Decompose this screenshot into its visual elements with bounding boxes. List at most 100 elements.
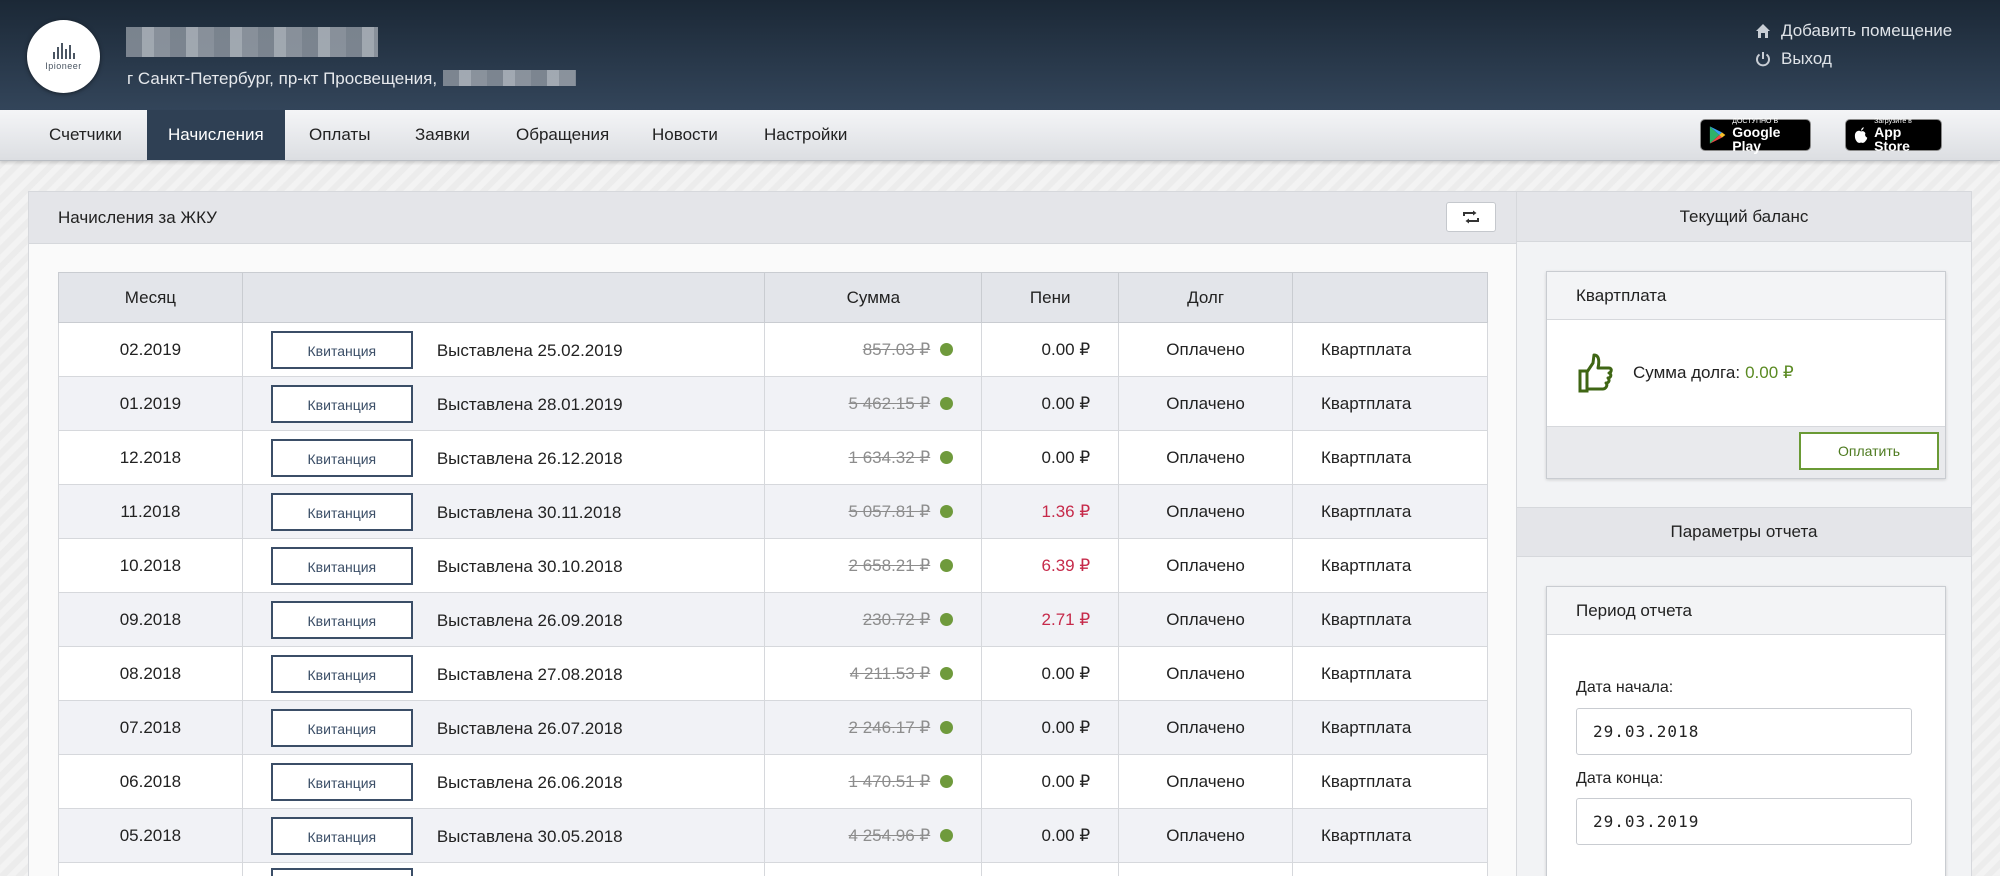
charges-title: Начисления за ЖКУ: [58, 207, 217, 227]
document-cell: Квитанция Выставлена 30.11.2018: [241, 484, 766, 539]
top-links: Добавить помещение Выход: [1755, 17, 1952, 73]
debt-cell: Оплачено: [1118, 538, 1294, 593]
home-icon: [1756, 24, 1770, 38]
report-period-card: Период отчета Дата начала: Дата конца:: [1546, 586, 1946, 876]
nav-item-meters[interactable]: Счетчики: [28, 110, 143, 160]
col-kind: [1292, 272, 1488, 323]
sum-value: 4 211.53 ₽: [849, 663, 931, 683]
receipt-button[interactable]: Квитанция: [270, 600, 413, 639]
start-date-input[interactable]: [1576, 708, 1912, 755]
issued-date: Выставлена 26.12.2018: [436, 449, 623, 469]
sum-value: 1 470.51 ₽: [848, 771, 931, 791]
receipt-button[interactable]: Квитанция: [270, 492, 413, 531]
issued-date: Выставлена 26.07.2018: [436, 719, 623, 739]
address: г Санкт-Петербург, пр-кт Просвещения,: [127, 69, 438, 88]
receipt-button[interactable]: Квитанция: [270, 762, 413, 801]
sum-value: 857.03 ₽: [862, 339, 931, 359]
balance-header: Текущий баланс: [1517, 192, 1971, 242]
receipt-button[interactable]: Квитанция: [270, 438, 413, 477]
col-month: Месяц: [58, 272, 243, 323]
sum-cell: 1 470.51 ₽: [764, 754, 983, 809]
month-cell: 06.2018: [58, 754, 243, 809]
kind-cell: Квартплата: [1292, 592, 1488, 647]
sum-value: 5 057.81 ₽: [848, 501, 931, 521]
peni-cell: 0.00 ₽: [981, 322, 1120, 377]
receipt-button[interactable]: Квитанция: [270, 330, 413, 369]
kind-cell: Квартплата: [1292, 538, 1488, 593]
sum-value: 230.72 ₽: [862, 609, 931, 629]
issued-date: Выставлена 30.05.2018: [436, 827, 623, 847]
debt-cell: Оплачено: [1118, 430, 1294, 485]
receipt-button[interactable]: Квитанция: [270, 816, 413, 855]
report-period-title: Период отчета: [1547, 587, 1945, 635]
end-date-input[interactable]: [1576, 798, 1912, 845]
issued-date: Выставлена 30.10.2018: [436, 557, 623, 577]
kind-cell: Квартплата: [1292, 646, 1488, 701]
logo-text: Ipioneer: [45, 60, 82, 71]
month-cell: 12.2018: [58, 430, 243, 485]
start-date-label: Дата начала:: [1576, 679, 1674, 696]
peni-cell: 6.39 ₽: [981, 538, 1120, 593]
charges-panel: Начисления за ЖКУ Месяц Сумма Пени Долг …: [28, 191, 1517, 876]
sum-value: 2 658.21 ₽: [848, 555, 931, 575]
paid-status-dot-icon: [940, 612, 954, 626]
balance-card: Квартплата Сумма долга: 0.00 ₽ Оплатить: [1546, 271, 1946, 479]
document-cell: Квитанция Выставлена 26.12.2018: [241, 430, 766, 485]
col-peni: Пени: [981, 272, 1120, 323]
sum-cell: 5 462.15 ₽: [764, 376, 983, 431]
sum-cell: 1 634.32 ₽: [764, 430, 983, 485]
google-play-big: Google Play: [1732, 123, 1781, 154]
pay-button[interactable]: Оплатить: [1799, 432, 1939, 470]
nav-item-settings[interactable]: Настройки: [743, 110, 868, 160]
debt-cell: Оплачено: [1118, 484, 1294, 539]
receipt-button[interactable]: Квитанция: [270, 708, 413, 747]
logo[interactable]: Ipioneer: [27, 20, 100, 93]
nav-item-appeals[interactable]: Обращения: [495, 110, 630, 160]
peni-cell: 2.71 ₽: [981, 592, 1120, 647]
debt-cell: [1118, 862, 1294, 876]
document-cell: Квитанция Выставлена 26.06.2018: [241, 754, 766, 809]
table-row: 02.2019 Квитанция Выставлена 25.02.2019 857…: [58, 322, 1488, 377]
issued-date: Выставлена 26.09.2018: [436, 611, 623, 631]
charges-panel-header: Начисления за ЖКУ: [29, 192, 1516, 244]
google-play-badge[interactable]: ДОСТУПНО В Google Play: [1700, 118, 1811, 154]
document-cell: Квитанция Выставлена 26.09.2018: [241, 592, 766, 647]
nav-item-charges[interactable]: Начисления: [147, 110, 285, 160]
debt-cell: Оплачено: [1118, 646, 1294, 701]
month-cell: 01.2019: [58, 376, 243, 431]
issued-date: Выставлена 27.08.2018: [436, 665, 623, 685]
refresh-button[interactable]: [1446, 202, 1496, 232]
month-cell: 05.2018: [58, 808, 243, 863]
issued-date: Выставлена 28.01.2019: [436, 395, 623, 415]
logout-link[interactable]: Выход: [1755, 45, 1952, 73]
nav-item-requests[interactable]: Заявки: [394, 110, 491, 160]
paid-status-dot-icon: [940, 666, 954, 680]
paid-status-dot-icon: [940, 828, 954, 842]
nav-item-payments[interactable]: Оплаты: [288, 110, 391, 160]
table-row: 07.2018 Квитанция Выставлена 26.07.2018 2 2…: [58, 700, 1488, 755]
receipt-button[interactable]: [270, 868, 413, 876]
table-row: 09.2018 Квитанция Выставлена 26.09.2018 230…: [58, 592, 1488, 647]
app-store-badge[interactable]: Загрузите в App Store: [1845, 118, 1942, 153]
peni-cell: 0.00 ₽: [981, 754, 1120, 809]
receipt-button[interactable]: Квитанция: [270, 384, 413, 423]
receipt-button[interactable]: Квитанция: [270, 546, 413, 585]
main-nav: Счетчики Начисления Оплаты Заявки Обраще…: [0, 110, 2000, 161]
document-cell: Квитанция Выставлена 25.02.2019: [241, 322, 766, 377]
month-cell: 11.2018: [58, 484, 243, 539]
power-icon: [1756, 52, 1770, 67]
issued-date: Выставлена 30.11.2018: [436, 503, 622, 523]
redacted-account-name: [126, 27, 378, 57]
add-premises-label: Добавить помещение: [1781, 21, 1953, 40]
add-premises-link[interactable]: Добавить помещение: [1755, 17, 1952, 45]
table-header-row: Месяц Сумма Пени Долг: [58, 272, 1488, 323]
balance-card-title: Квартплата: [1547, 272, 1945, 320]
nav-item-news[interactable]: Новости: [631, 110, 739, 160]
debt-cell: Оплачено: [1118, 322, 1294, 377]
peni-cell: 0.00 ₽: [981, 376, 1120, 431]
month-cell: 02.2019: [58, 322, 243, 377]
logo-bars-icon: [52, 42, 75, 59]
receipt-button[interactable]: Квитанция: [270, 654, 413, 693]
sidebar-panel: Текущий баланс Квартплата Сумма долга: 0…: [1516, 191, 1972, 876]
thumbs-up-icon: [1578, 353, 1613, 393]
